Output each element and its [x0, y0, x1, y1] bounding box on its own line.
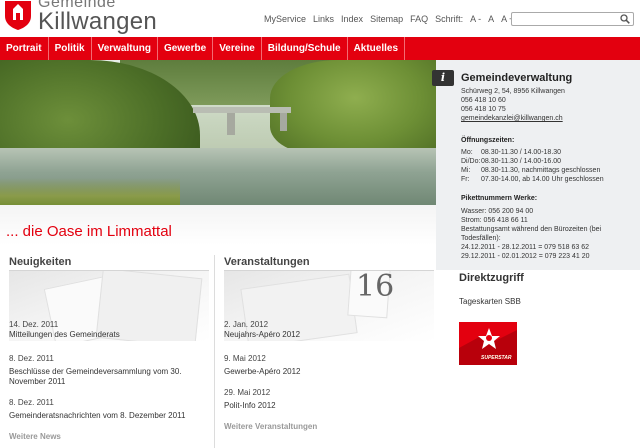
faq-link[interactable]: FAQ [410, 14, 428, 24]
news-title: Neuigkeiten [9, 256, 72, 268]
tagline: ... die Oase im Limmattal [6, 223, 172, 240]
myservice-link[interactable]: MyService [264, 14, 306, 24]
events-title: Veranstaltungen [224, 256, 310, 268]
pikett-line: Todesfällen): [461, 235, 501, 242]
pikett-line: Wasser: 056 200 94 00 [461, 208, 534, 215]
index-link[interactable]: Index [341, 14, 363, 24]
pikett-title: Pikettnummern Werke: [461, 195, 538, 202]
main-navigation: Portrait Politik Verwaltung Gewerbe Vere… [0, 37, 640, 60]
brand-name[interactable]: Killwangen [38, 8, 157, 36]
event-item[interactable]: 29. Mai 2012 Polit-Info 2012 [224, 388, 276, 411]
contact-details: Schürweg 2, 54, 8956 Killwangen 056 418 … [461, 87, 565, 123]
event-item[interactable]: 9. Mai 2012 Gewerbe-Apéro 2012 [224, 354, 301, 377]
news-item[interactable]: 14. Dez. 2011 Mitteilungen des Gemeinder… [9, 320, 120, 340]
nav-item-vereine[interactable]: Vereine [213, 37, 262, 60]
pikett-line: Strom: 056 418 66 11 [461, 217, 528, 224]
hours-row: Fr: 07.30-14.00, ab 14.00 Uhr geschlossen [461, 176, 604, 183]
more-events-link[interactable]: Weitere Veranstaltungen [224, 422, 317, 431]
news-item[interactable]: 8. Dez. 2011 Beschlüsse der Gemeindevers… [9, 354, 182, 387]
bridge-shape [193, 107, 291, 113]
header: Gemeinde Killwangen MyService Links Inde… [0, 0, 640, 37]
sbb-tageskarten-banner[interactable]: SUPERSTAR [459, 322, 517, 365]
more-news-link[interactable]: Weitere News [9, 432, 61, 441]
font-smaller-link[interactable]: A - [470, 14, 481, 24]
hours-row: Mi: 08.30-11.30, nachmittags geschlossen [461, 167, 601, 174]
nav-item-aktuelles[interactable]: Aktuelles [348, 37, 406, 60]
links-link[interactable]: Links [313, 14, 334, 24]
email-link[interactable]: gemeindekanzlei@killwangen.ch [461, 114, 565, 123]
opening-hours: Mo: 08.30-11.30 / 14.00-18.30 Di/Do: 08.30… [461, 148, 604, 184]
fax: 056 418 10 75 [461, 106, 506, 113]
hours-row: Di/Do: 08.30-11.30 / 14.00-16.00 [461, 158, 562, 165]
info-title: Gemeindeverwaltung [461, 72, 573, 84]
calendar-number: 16 [356, 271, 395, 304]
nav-item-portrait[interactable]: Portrait [0, 37, 49, 60]
service-links: MyService Links Index Sitemap FAQ Schrif… [264, 14, 514, 24]
nav-item-verwaltung[interactable]: Verwaltung [92, 37, 158, 60]
nav-item-politik[interactable]: Politik [49, 37, 92, 60]
hours-row: Mo: 08.30-11.30 / 14.00-18.30 [461, 149, 562, 156]
address: Schürweg 2, 54, 8956 Killwangen [461, 88, 565, 95]
pikett-line: 29.12.2011 - 02.01.2012 = 079 223 41 20 [461, 253, 590, 260]
sitemap-link[interactable]: Sitemap [370, 14, 403, 24]
column-divider [214, 255, 215, 448]
event-item[interactable]: 2. Jan. 2012 Neujahrs-Apéro 2012 [224, 320, 300, 340]
direktzugriff-title: Direktzugriff [459, 272, 524, 284]
opening-hours-title: Öffnungszeiten: [461, 137, 515, 144]
pikett-line: Bestattungsamt während den Bürozeiten (b… [461, 226, 602, 233]
pikett-numbers: Wasser: 056 200 94 00 Strom: 056 418 66 … [461, 207, 601, 261]
search-input[interactable] [511, 12, 634, 26]
superstar-text: SUPERSTAR [481, 355, 512, 361]
nav-item-bildung-schule[interactable]: Bildung/Schule [262, 37, 348, 60]
hero-photo-river [0, 60, 436, 205]
pikett-line: 24.12.2011 - 28.12.2011 = 079 518 63 62 [461, 244, 589, 251]
tageskarten-sbb-link[interactable]: Tageskarten SBB [459, 297, 521, 306]
phone: 056 418 10 60 [461, 97, 506, 104]
font-size-label: Schrift: [435, 14, 464, 24]
coat-of-arms-logo[interactable] [4, 0, 32, 30]
search-icon[interactable] [620, 14, 630, 24]
font-normal-link[interactable]: A [488, 14, 494, 24]
news-item[interactable]: 8. Dez. 2011 Gemeinderatsnachrichten vom… [9, 398, 185, 421]
nav-item-gewerbe[interactable]: Gewerbe [158, 37, 214, 60]
